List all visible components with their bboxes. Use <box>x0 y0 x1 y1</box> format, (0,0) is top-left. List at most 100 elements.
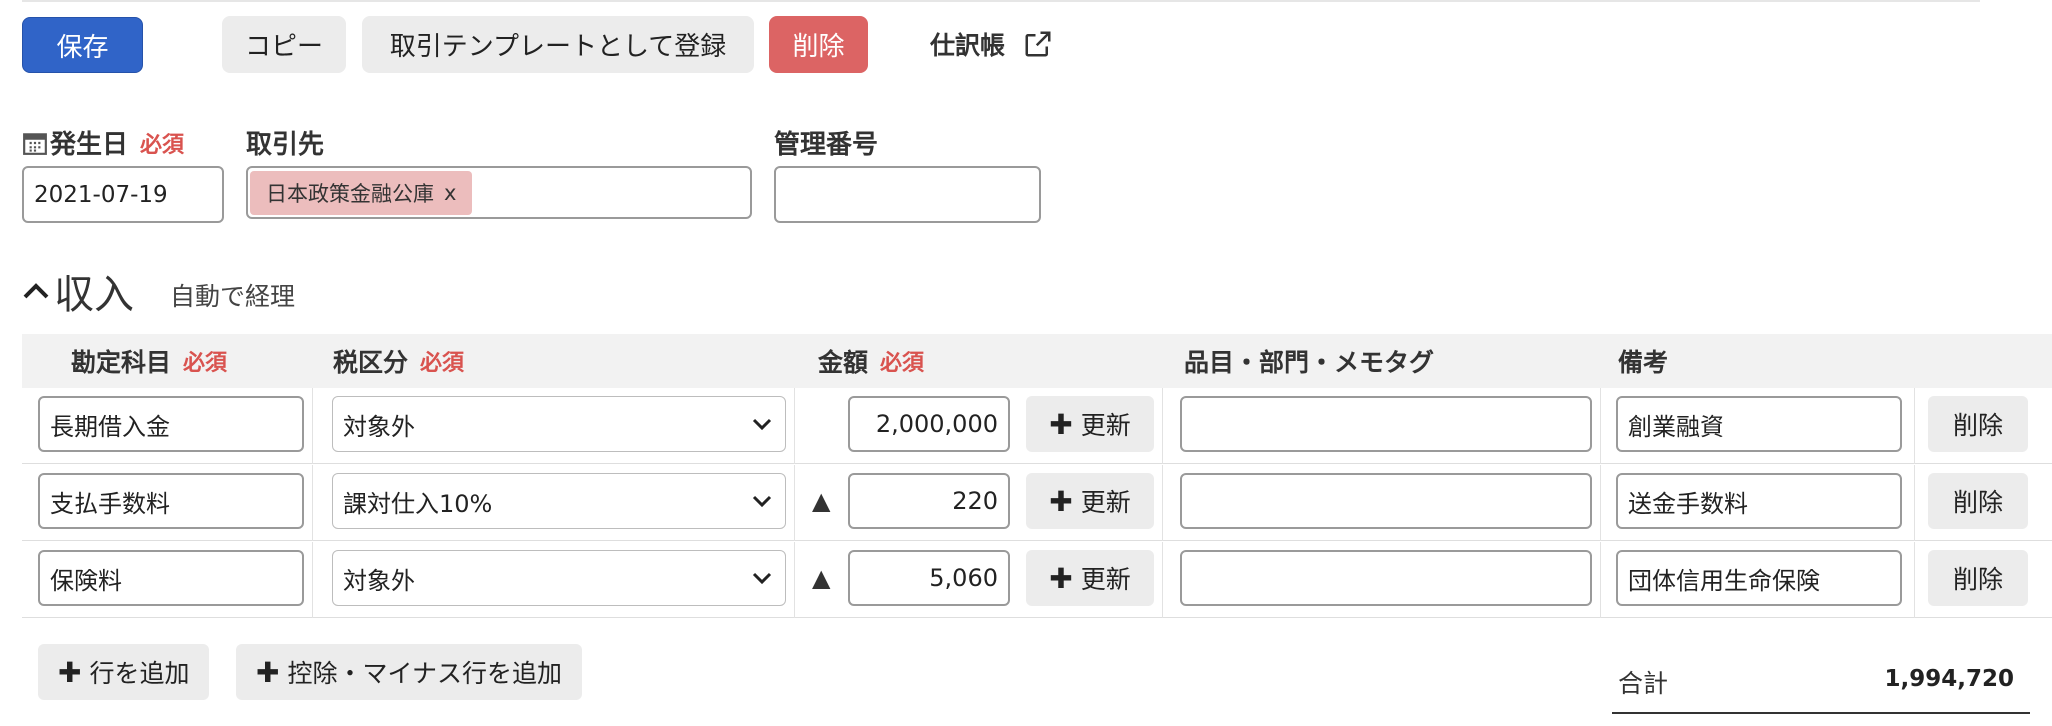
add-row-button[interactable]: ✚ 行を追加 <box>38 644 210 700</box>
date-value: 2021-07-19 <box>34 181 168 208</box>
column-divider <box>1914 388 1915 464</box>
header-amount: 金額 必須 <box>818 334 924 388</box>
header-tax-label: 税区分 <box>333 348 409 377</box>
date-label-group: 発生日 必須 <box>22 124 184 161</box>
header-amount-label: 金額 <box>818 348 869 377</box>
column-divider <box>1914 465 1915 541</box>
header-note: 備考 <box>1618 334 1668 388</box>
row-delete-button[interactable]: 削除 <box>1928 473 2028 529</box>
chevron-down-icon <box>752 495 772 508</box>
column-divider <box>312 465 313 541</box>
mgmt-number-label-text: 管理番号 <box>774 130 879 160</box>
column-divider <box>312 388 313 464</box>
note-input[interactable]: 送金手数料 <box>1616 473 1902 529</box>
partner-tag-label: 日本政策金融公庫 <box>266 181 434 206</box>
row-delete-label: 削除 <box>1952 411 2003 440</box>
column-divider <box>1600 542 1601 618</box>
table-header: 勘定科目 必須 税区分 必須 金額 必須 品目・部門・メモタグ 備考 <box>22 334 2052 388</box>
account-input[interactable]: 長期借入金 <box>38 396 304 452</box>
row-delete-button[interactable]: 削除 <box>1928 396 2028 452</box>
item-tag-input[interactable] <box>1180 396 1592 452</box>
journal-link[interactable]: 仕訳帳 <box>930 26 1053 62</box>
section-title: 収入 <box>54 272 134 318</box>
required-badge: 必須 <box>140 132 185 158</box>
header-tax: 税区分 必須 <box>333 334 464 388</box>
plus-icon: ✚ <box>1049 407 1073 441</box>
mgmt-number-field[interactable] <box>774 166 1041 223</box>
table-row: 長期借入金 対象外 2,000,000 ✚ 更新 創業融資 削除 <box>22 388 2052 464</box>
account-value: 保険料 <box>50 566 122 595</box>
plus-icon: ✚ <box>256 655 280 689</box>
update-button[interactable]: ✚ 更新 <box>1026 396 1154 452</box>
chevron-down-icon <box>752 418 772 431</box>
row-delete-button[interactable]: 削除 <box>1928 550 2028 606</box>
partner-label: 取引先 <box>246 124 324 161</box>
tax-select[interactable]: 対象外 <box>332 550 786 606</box>
add-row-label: 行を追加 <box>89 659 190 688</box>
column-divider <box>1914 542 1915 618</box>
journal-link-label: 仕訳帳 <box>930 31 1006 60</box>
header-item-label: 品目・部門・メモタグ <box>1184 348 1435 377</box>
add-minus-row-button[interactable]: ✚ 控除・マイナス行を追加 <box>236 644 582 700</box>
external-link-icon <box>1025 31 1051 57</box>
column-divider <box>794 542 795 618</box>
amount-input[interactable]: 2,000,000 <box>848 396 1010 452</box>
tax-select[interactable]: 対象外 <box>332 396 786 452</box>
header-account-label: 勘定科目 <box>71 348 172 377</box>
partner-field[interactable]: 日本政策金融公庫 x <box>246 166 752 219</box>
required-badge: 必須 <box>183 351 228 376</box>
note-value: 団体信用生命保険 <box>1628 566 1820 595</box>
amount-value: 220 <box>952 487 998 515</box>
column-divider <box>794 465 795 541</box>
partner-tag: 日本政策金融公庫 x <box>250 170 473 215</box>
account-input[interactable]: 支払手数料 <box>38 473 304 529</box>
note-value: 送金手数料 <box>1628 489 1748 518</box>
date-field[interactable]: 2021-07-19 <box>22 166 224 223</box>
amount-input[interactable]: 220 <box>848 473 1010 529</box>
partner-tag-remove-button[interactable]: x <box>444 181 456 205</box>
save-button[interactable]: 保存 <box>22 17 143 73</box>
add-minus-row-label: 控除・マイナス行を追加 <box>287 659 562 688</box>
column-divider <box>794 388 795 464</box>
required-badge: 必須 <box>880 351 925 376</box>
section-subtitle: 自動で経理 <box>170 282 296 311</box>
copy-button[interactable]: コピー <box>222 16 346 73</box>
mgmt-number-label: 管理番号 <box>774 124 878 161</box>
account-value: 長期借入金 <box>50 412 170 441</box>
plus-icon: ✚ <box>1049 484 1073 518</box>
item-tag-input[interactable] <box>1180 473 1592 529</box>
header-note-label: 備考 <box>1618 348 1669 377</box>
amount-input[interactable]: 5,060 <box>848 550 1010 606</box>
total-value: 1,994,720 <box>1884 666 2015 692</box>
update-label: 更新 <box>1080 565 1131 594</box>
account-value: 支払手数料 <box>50 489 170 518</box>
minus-marker: ▲ <box>812 487 831 515</box>
table-row: 保険料 対象外 ▲ 5,060 ✚ 更新 団体信用生命保険 削除 <box>22 542 2052 618</box>
transaction-form: 保存 コピー 取引テンプレートとして登録 削除 仕訳帳 発生日 必須 2021-… <box>0 0 2052 726</box>
header-account: 勘定科目 必須 <box>71 334 227 388</box>
column-divider <box>1600 388 1601 464</box>
account-input[interactable]: 保険料 <box>38 550 304 606</box>
update-button[interactable]: ✚ 更新 <box>1026 473 1154 529</box>
row-delete-label: 削除 <box>1952 565 2003 594</box>
calendar-icon <box>23 132 47 155</box>
income-section-header[interactable]: 収入 自動で経理 <box>22 262 295 320</box>
plus-icon: ✚ <box>1049 561 1073 595</box>
note-input[interactable]: 団体信用生命保険 <box>1616 550 1902 606</box>
tax-value: 対象外 <box>343 566 415 595</box>
register-template-button[interactable]: 取引テンプレートとして登録 <box>362 16 754 73</box>
delete-transaction-button[interactable]: 削除 <box>769 16 868 73</box>
minus-marker: ▲ <box>812 564 831 592</box>
note-input[interactable]: 創業融資 <box>1616 396 1902 452</box>
partner-label-text: 取引先 <box>246 130 325 160</box>
total-label: 合計 <box>1618 669 1669 698</box>
plus-icon: ✚ <box>58 655 82 689</box>
header-item: 品目・部門・メモタグ <box>1184 334 1434 388</box>
row-delete-label: 削除 <box>1952 488 2003 517</box>
item-tag-input[interactable] <box>1180 550 1592 606</box>
note-value: 創業融資 <box>1628 412 1724 441</box>
tax-select[interactable]: 課対仕入10% <box>332 473 786 529</box>
total-underline <box>1612 712 2030 714</box>
update-button[interactable]: ✚ 更新 <box>1026 550 1154 606</box>
column-divider <box>1600 465 1601 541</box>
